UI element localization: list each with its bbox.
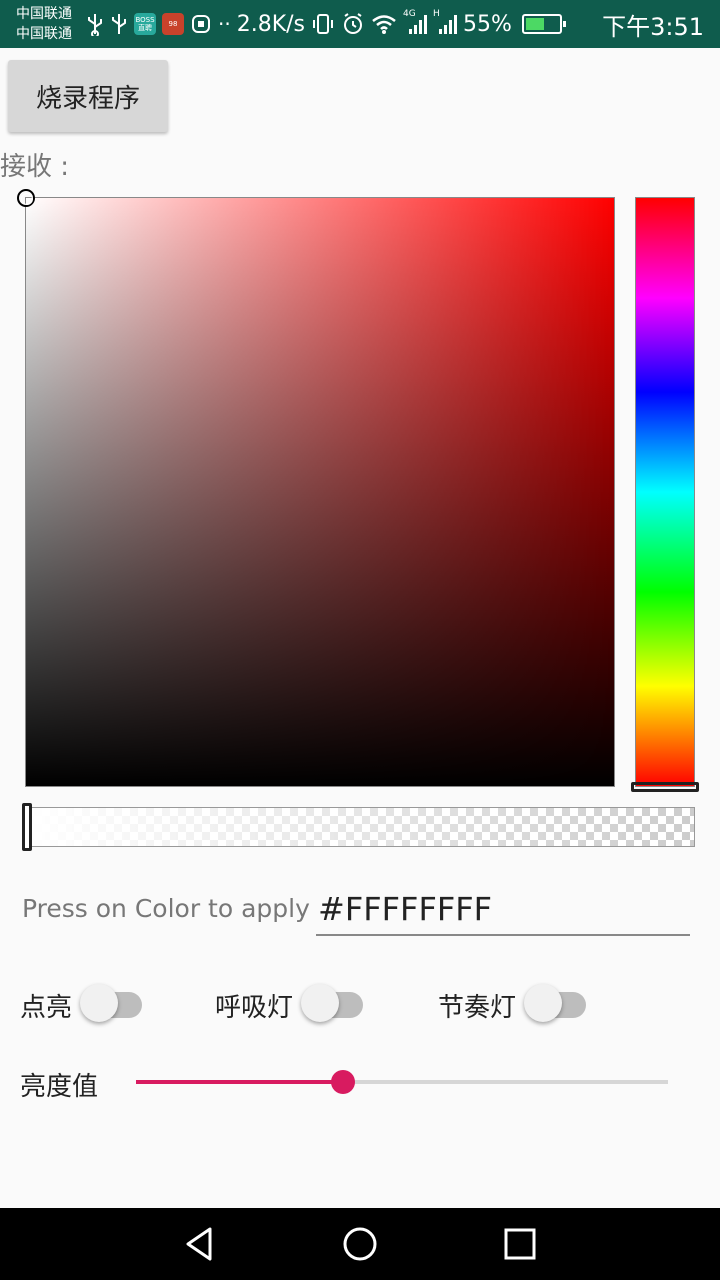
recents-square-icon <box>504 1228 536 1260</box>
usb-icon <box>86 12 104 36</box>
color-saturation-value-panel[interactable] <box>17 189 615 787</box>
receive-label: 接收 : <box>0 152 70 182</box>
carrier-1: 中国联通 <box>16 6 72 22</box>
carrier-2: 中国联通 <box>16 26 72 42</box>
navigation-bar <box>0 1208 720 1280</box>
back-button[interactable] <box>180 1226 220 1262</box>
home-button[interactable] <box>340 1226 380 1262</box>
press-color-hint: Press on Color to apply <box>22 894 310 923</box>
switch-label-breathing: 呼吸灯 <box>215 992 294 1023</box>
switch-group-light: 点亮 <box>20 980 144 1030</box>
battery-fill <box>525 18 544 30</box>
toggle-thumb <box>301 984 340 1022</box>
network-4g-label: 4G <box>403 9 416 19</box>
more-dots-icon: ·· <box>218 12 231 36</box>
rhythm-light-toggle[interactable] <box>524 980 588 1030</box>
hue-slider[interactable] <box>631 197 699 792</box>
carrier-info: 中国联通 中国联通 <box>16 4 72 44</box>
switch-label-rhythm: 节奏灯 <box>438 992 517 1023</box>
toggle-thumb <box>524 984 563 1022</box>
status-icons: BOSS 直聘 98 ·· 2.8K/s 4G H 55% <box>86 0 566 48</box>
slider-track-fill <box>136 1080 343 1084</box>
brightness-label: 亮度值 <box>20 1072 99 1102</box>
home-circle-icon <box>343 1227 377 1261</box>
slider-thumb[interactable] <box>331 1070 355 1094</box>
app-notification-icon: 98 <box>162 13 184 35</box>
network-speed: 2.8K/s <box>236 11 306 37</box>
screenshot-icon <box>190 13 212 35</box>
wifi-icon <box>371 13 397 35</box>
switch-label-light: 点亮 <box>20 992 73 1023</box>
toggle-thumb <box>80 984 119 1022</box>
vibrate-icon <box>311 12 335 36</box>
breathing-light-toggle[interactable] <box>301 980 365 1030</box>
signal-h-icon: H <box>433 9 458 35</box>
alpha-slider-handle[interactable] <box>22 803 32 851</box>
hue-slider-handle[interactable] <box>631 782 699 792</box>
light-toggle[interactable] <box>80 980 144 1030</box>
switch-row: 点亮 呼吸灯 节奏灯 <box>0 980 720 1030</box>
battery-percent: 55% <box>463 11 512 37</box>
usb-icon <box>110 12 128 36</box>
alarm-icon <box>341 12 365 36</box>
alpha-slider[interactable] <box>22 803 695 851</box>
hex-color-input[interactable] <box>316 884 690 936</box>
recents-button[interactable] <box>500 1226 540 1262</box>
back-triangle-icon <box>186 1227 212 1261</box>
clock: 下午3:51 <box>602 12 704 41</box>
color-picker-cursor[interactable] <box>17 189 35 207</box>
burn-program-button[interactable]: 烧录程序 <box>8 60 168 132</box>
battery-icon <box>521 14 566 34</box>
switch-group-breathing: 呼吸灯 <box>215 980 365 1030</box>
network-h-label: H <box>433 9 440 19</box>
brightness-slider[interactable] <box>136 1068 668 1098</box>
switch-group-rhythm: 节奏灯 <box>438 980 588 1030</box>
boss-app-icon: BOSS 直聘 <box>134 13 156 35</box>
signal-4g-icon: 4G <box>403 9 428 35</box>
status-bar: 中国联通 中国联通 BOSS 直聘 98 ·· 2.8K/s 4G H 55% … <box>0 0 720 48</box>
